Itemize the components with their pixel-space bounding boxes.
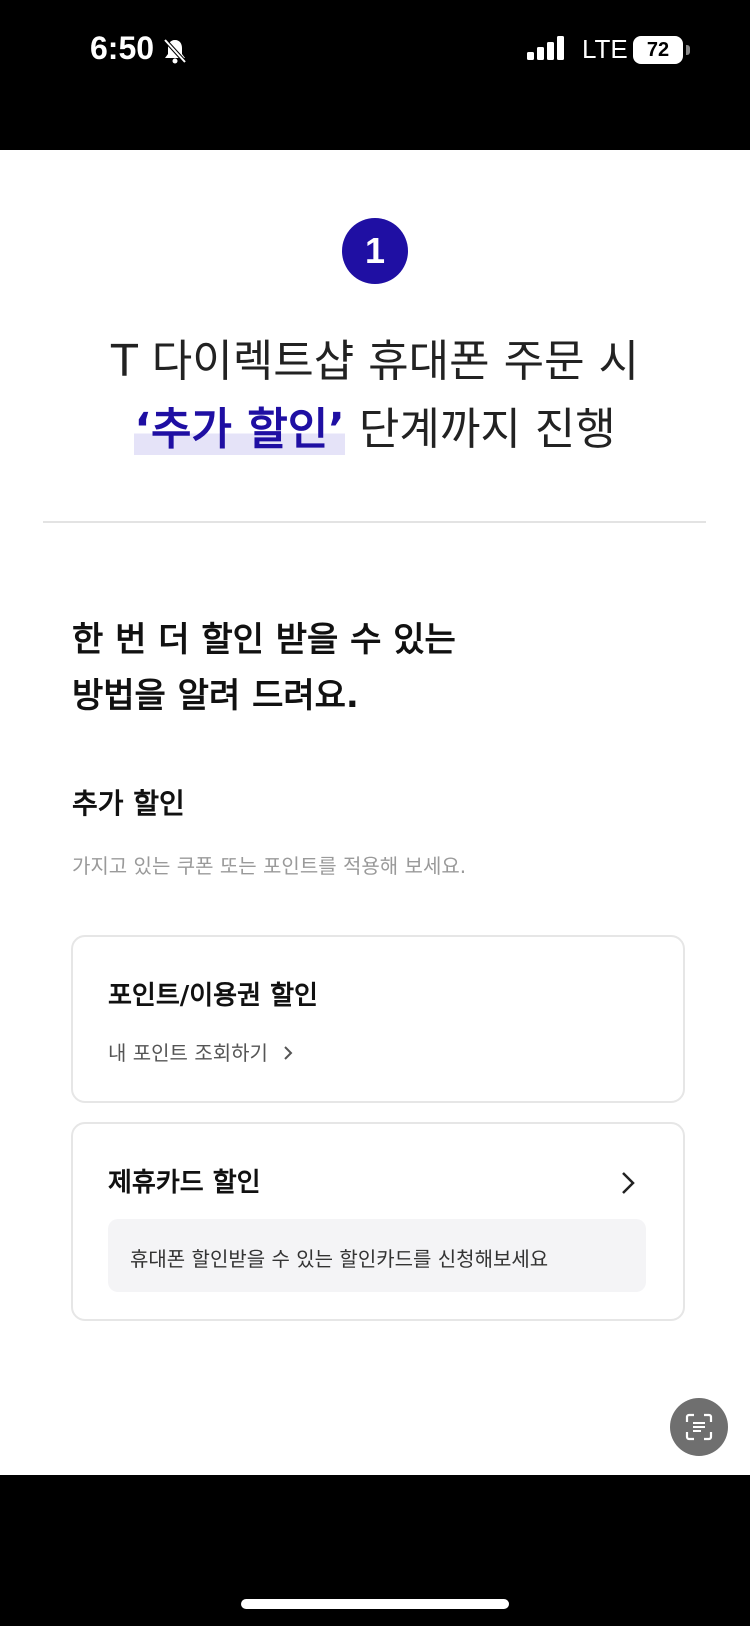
page-content: 1 T 다이렉트샵 휴대폰 주문 시 ‘추가 할인’ 단계까지 진행 한 번 더… xyxy=(0,150,750,1475)
partner-card-discount-card[interactable]: 제휴카드 할인 휴대폰 할인받을 수 있는 할인카드를 신청해보세요 xyxy=(71,1122,685,1321)
headline-line1: T 다이렉트샵 휴대폰 주문 시 xyxy=(110,336,640,387)
live-text-scan-button[interactable] xyxy=(670,1398,728,1456)
intro-line2: 방법을 알려 드려요. xyxy=(72,676,359,716)
signal-bars-icon xyxy=(527,36,564,60)
divider xyxy=(43,521,706,523)
status-time: 6:50 xyxy=(90,30,155,66)
section-description: 가지고 있는 쿠폰 또는 포인트를 적용해 보세요. xyxy=(72,854,467,878)
text-scan-icon xyxy=(685,1413,713,1441)
partner-card-title: 제휴카드 할인 xyxy=(108,1168,261,1198)
headline-line2: ‘추가 할인’ 단계까지 진행 xyxy=(0,393,750,457)
view-points-label: 내 포인트 조회하기 xyxy=(108,1041,268,1065)
battery-indicator: 72 xyxy=(633,36,683,64)
network-type: LTE xyxy=(582,34,628,64)
card-apply-banner[interactable]: 휴대폰 할인받을 수 있는 할인카드를 신청해보세요 xyxy=(108,1219,646,1292)
points-discount-card: 포인트/이용권 할인 내 포인트 조회하기 xyxy=(71,935,685,1103)
headline-rest: 단계까지 진행 xyxy=(344,404,616,455)
intro-line1: 한 번 더 할인 받을 수 있는 xyxy=(72,620,456,660)
headline-highlight: ‘추가 할인’ xyxy=(134,404,345,455)
view-points-link[interactable]: 내 포인트 조회하기 xyxy=(108,1037,294,1066)
card-apply-banner-text: 휴대폰 할인받을 수 있는 할인카드를 신청해보세요 xyxy=(130,1247,549,1271)
bell-slash-icon xyxy=(163,38,187,64)
chevron-right-icon xyxy=(284,1046,293,1060)
chevron-right-icon[interactable] xyxy=(619,1170,637,1196)
section-title: 추가 할인 xyxy=(72,787,185,820)
points-card-title: 포인트/이용권 할인 xyxy=(108,981,318,1011)
home-indicator[interactable] xyxy=(241,1599,509,1609)
battery-tip xyxy=(686,45,690,55)
status-bar: 6:50 LTE 72 xyxy=(0,0,750,150)
step-number-badge: 1 xyxy=(342,218,408,284)
